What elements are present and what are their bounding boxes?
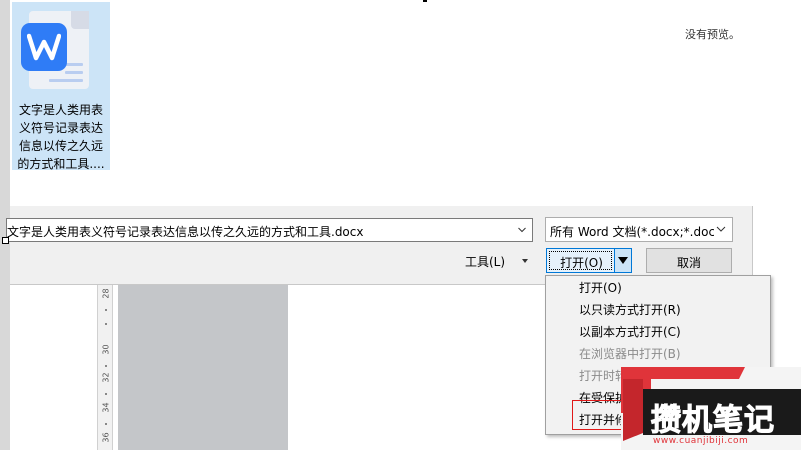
file-type-value: 所有 Word 文档(*.docx;*.docx [550, 225, 723, 239]
ruler-tick: 30 [101, 344, 111, 355]
document-page-gap [118, 285, 288, 450]
open-split-button[interactable]: 打开(O) [546, 248, 632, 273]
ruler-tick: 32 [101, 372, 111, 383]
ruler-dot [105, 323, 107, 325]
file-list-pane[interactable]: 文字是人类用表义符号记录表达信息以传之久远的方式和工具.... [10, 0, 680, 206]
watermark-url: www.cuanjibiji.com [653, 436, 749, 446]
caret-down-icon[interactable] [522, 259, 528, 263]
ruler-dot [105, 365, 107, 367]
document-margin [10, 285, 96, 450]
wps-word-document-icon [21, 11, 93, 91]
selection-handle[interactable] [2, 237, 9, 244]
resize-marker [423, 0, 427, 2]
menu-item-open-in-browser: 在浏览器中打开(B) [579, 347, 681, 361]
caret-down-icon [618, 257, 628, 264]
vertical-ruler: 28 30 32 34 36 [97, 285, 113, 450]
file-type-select[interactable]: 所有 Word 文档(*.docx;*.docx [545, 217, 733, 242]
chevron-down-icon[interactable] [714, 222, 728, 236]
ruler-tick: 34 [101, 402, 111, 413]
watermark-title: 攒机笔记 [651, 403, 775, 439]
open-button-label: 打开(O) [560, 256, 603, 270]
cancel-button-label: 取消 [676, 256, 701, 270]
open-options-dropdown-button[interactable] [615, 249, 631, 272]
menu-item-open-readonly[interactable]: 以只读方式打开(R) [579, 299, 681, 321]
open-button[interactable]: 打开(O) [549, 251, 612, 270]
menu-item-open[interactable]: 打开(O) [579, 277, 622, 299]
file-name-label: 文字是人类用表义符号记录表达信息以传之久远的方式和工具.... [17, 103, 105, 171]
watermark-logo: 攒机笔记 www.cuanjibiji.com [621, 367, 801, 450]
ruler-dot [105, 423, 107, 425]
file-item[interactable]: 文字是人类用表义符号记录表达信息以传之久远的方式和工具.... [12, 2, 110, 171]
ruler-dot [105, 309, 107, 311]
cancel-button[interactable]: 取消 [646, 248, 732, 273]
ruler-tick: 28 [101, 288, 111, 299]
chevron-down-icon[interactable] [518, 226, 526, 234]
preview-message: 没有预览。 [685, 28, 740, 41]
menu-item-open-convert: 打开时转 [579, 369, 628, 383]
open-file-dialog: 文字是人类用表义符号记录表达信息以传之久远的方式和工具.... 没有预览。 文字… [2, 0, 753, 285]
ruler-tick: 36 [101, 432, 111, 443]
filename-input[interactable]: 文字是人类用表义符号记录表达信息以传之久远的方式和工具.docx [7, 223, 363, 240]
tools-menu-button[interactable]: 工具(L) [465, 253, 505, 270]
preview-pane: 没有预览。 [680, 0, 753, 206]
filename-combobox[interactable]: 文字是人类用表义符号记录表达信息以传之久远的方式和工具.docx [6, 218, 533, 242]
menu-item-open-copy[interactable]: 以副本方式打开(C) [579, 321, 681, 343]
ruler-dot [105, 393, 107, 395]
